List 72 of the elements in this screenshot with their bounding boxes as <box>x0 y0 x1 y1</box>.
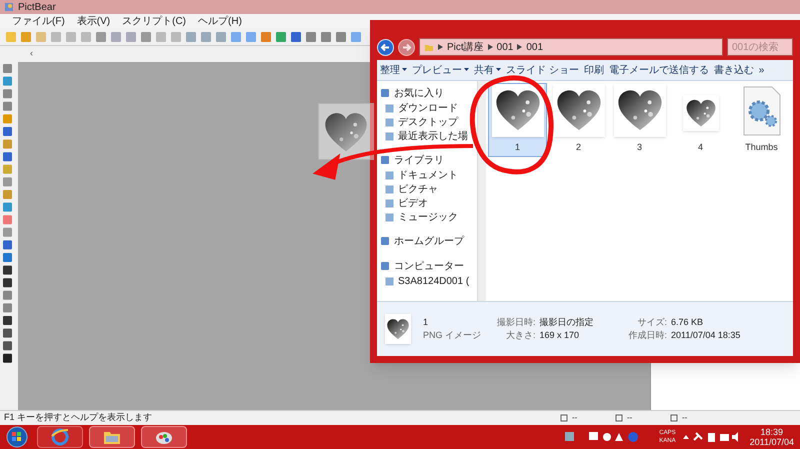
nav-group[interactable]: コンピューター <box>380 259 477 273</box>
folder-icon <box>424 42 434 52</box>
command-button[interactable]: 印刷 <box>584 62 604 78</box>
menu-item[interactable]: スクリプト(C) <box>122 14 186 28</box>
nav-group[interactable]: お気に入り <box>380 86 477 100</box>
nav-item[interactable]: S3A8124D001 ( <box>380 274 477 288</box>
nav-item[interactable]: 最近表示した場 <box>380 129 477 143</box>
breadcrumb-item[interactable]: 001 <box>496 40 514 54</box>
caret-icon <box>464 68 469 72</box>
nav-item[interactable]: ピクチャ <box>380 182 477 196</box>
field-value: 6.76 KB <box>671 316 704 328</box>
command-button[interactable]: 書き込む <box>714 62 754 78</box>
breadcrumb-item[interactable]: 001 <box>526 40 544 54</box>
menu-item[interactable]: ヘルプ(H) <box>198 14 242 28</box>
nav-group[interactable]: ホームグループ <box>380 234 477 248</box>
command-button[interactable]: » <box>758 62 764 78</box>
scrollbar[interactable] <box>477 81 486 301</box>
nav-item[interactable]: ミュージック <box>380 210 477 224</box>
file-item[interactable]: 1 <box>488 83 547 157</box>
breadcrumb-arrow-icon <box>438 44 443 50</box>
command-button[interactable]: 共有 <box>474 62 501 78</box>
ruler-arrow[interactable]: ‹ <box>30 47 33 61</box>
command-button[interactable]: 整理 <box>380 62 407 78</box>
palette-taskbar-button[interactable] <box>141 426 187 448</box>
file-type: PNG イメージ <box>423 329 482 342</box>
breadcrumb-arrow-icon <box>517 44 522 50</box>
field-value: 169 x 170 <box>540 329 580 342</box>
browser-taskbar-button[interactable] <box>37 426 83 448</box>
gear-file-icon <box>742 84 782 136</box>
command-button[interactable]: スライド ショー <box>506 62 579 78</box>
field-value: 撮影日の指定 <box>540 316 594 328</box>
nav-item[interactable]: ビデオ <box>380 196 477 210</box>
command-button[interactable]: プレビュー <box>412 62 469 78</box>
file-item[interactable]: Thumbs <box>732 83 791 157</box>
caret-icon <box>402 68 407 72</box>
window-title: PictBear <box>18 0 56 14</box>
folder-icon <box>103 429 121 445</box>
menu-item[interactable]: 表示(V) <box>76 14 110 28</box>
file-item[interactable]: 4 <box>671 83 730 157</box>
nav-item[interactable]: デスクトップ <box>380 115 477 129</box>
menu-item[interactable]: ファイル(F) <box>12 14 65 28</box>
nav-item[interactable]: ドキュメント <box>380 168 477 182</box>
app-icon <box>4 2 14 12</box>
breadcrumb-item[interactable]: Pict講座 <box>447 40 484 54</box>
nav-icon <box>380 236 390 246</box>
file-name: 1 <box>423 316 430 328</box>
field-label: サイズ: <box>638 316 668 328</box>
caret-icon <box>496 68 501 72</box>
status-icon <box>615 414 623 422</box>
search-field[interactable]: 001の検索 <box>727 38 793 56</box>
nav-item[interactable]: ダウンロード <box>380 101 477 115</box>
nav-group[interactable]: ライブラリ <box>380 153 477 167</box>
field-label: 作成日時: <box>628 329 668 342</box>
address-bar[interactable]: Pict講座 001 001 <box>419 38 723 56</box>
field-label: 撮影日時: <box>497 316 536 328</box>
browser-icon <box>51 428 69 446</box>
status-field: -- <box>682 412 688 424</box>
field-value: 2011/07/04 18:35 <box>671 329 740 342</box>
heart-thumbnail <box>386 317 410 341</box>
command-button[interactable]: 電子メールで送信する <box>608 62 709 78</box>
forward-button[interactable] <box>398 38 415 56</box>
start-button[interactable] <box>5 426 29 448</box>
breadcrumb-arrow-icon <box>488 44 493 50</box>
clock[interactable]: 18:39 2011/07/04 <box>750 427 794 447</box>
status-text: F1 キーを押すとヘルプを表示します <box>3 411 154 424</box>
status-icon <box>560 414 568 422</box>
status-field: -- <box>572 412 578 424</box>
field-label: 大きさ: <box>505 329 536 342</box>
status-icon <box>670 414 678 422</box>
back-button[interactable] <box>377 38 394 56</box>
status-field: -- <box>627 412 632 424</box>
folder-taskbar-button[interactable] <box>89 426 135 448</box>
